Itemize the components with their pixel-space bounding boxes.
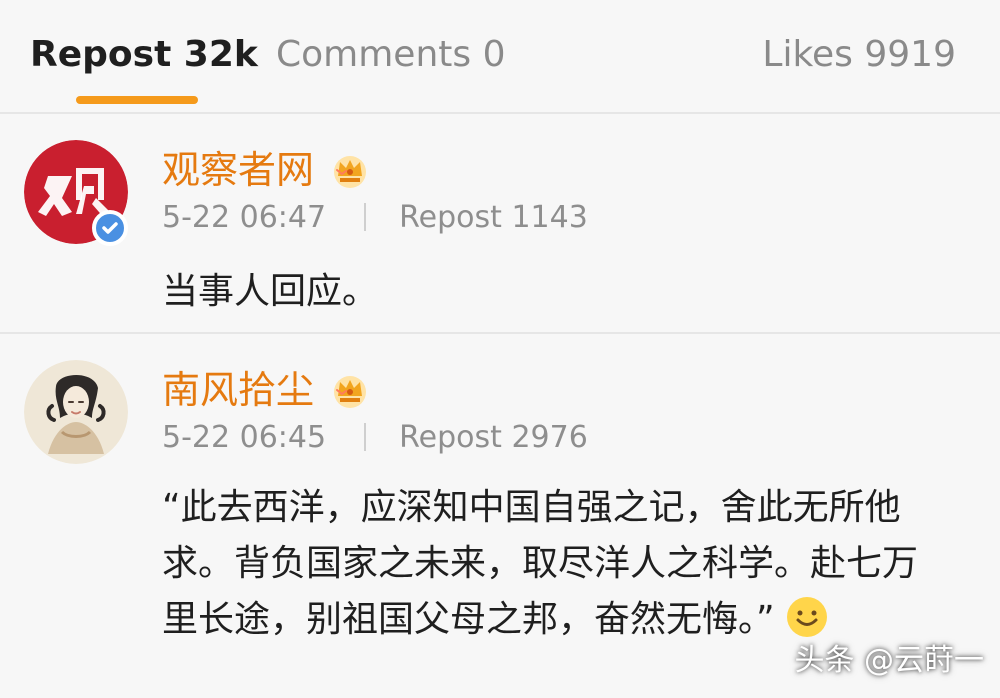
smile-emoji-icon [785,595,829,639]
meta-divider [363,423,366,451]
username[interactable]: 观察者网 [162,148,314,192]
post-content: 当事人回应。 [162,271,379,312]
post-time: 5-22 06:45 [162,420,327,455]
repost-count[interactable]: Repost 1143 [399,200,588,235]
watermark: 头条 @云莳一 [794,643,984,678]
post-meta: 5-22 06:47 Repost 1143 [162,198,588,238]
tab-likes[interactable]: Likes 9919 [762,28,956,82]
verified-badge-icon [92,210,128,246]
tab-repost[interactable]: Repost 32k [30,28,258,82]
meta-divider [363,203,366,231]
vip-crown-icon [330,150,370,190]
repost-count[interactable]: Repost 2976 [399,420,588,455]
username[interactable]: 南风拾尘 [162,368,314,412]
portrait-avatar-icon [24,360,128,464]
active-tab-indicator [76,96,198,104]
vip-crown-icon [330,370,370,410]
post-time: 5-22 06:47 [162,200,327,235]
post-meta: 5-22 06:45 Repost 2976 [162,418,588,458]
post-content: “此去西洋，应深知中国自强之记，舍此无所他求。背负国家之未来，取尽洋人之科学。赴… [162,480,952,648]
repost-item: 观察者网 5-22 06:47 Repost 1143 当事人回应。 [0,114,1000,334]
tab-comments[interactable]: Comments 0 [276,28,505,82]
avatar[interactable] [24,360,128,464]
tab-bar: Repost 32k Comments 0 Likes 9919 [0,0,1000,114]
